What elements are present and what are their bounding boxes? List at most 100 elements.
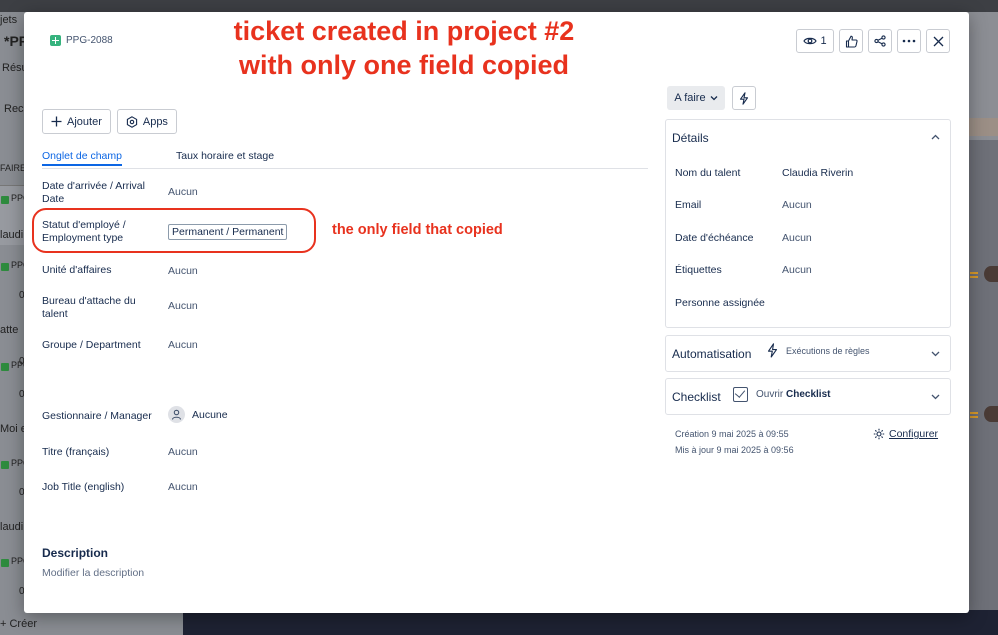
tab-hourly-rate[interactable]: Taux horaire et stage [176,150,274,162]
business-unit-label: Unité d'affaires [42,264,112,276]
configure-link[interactable]: Configurer [873,428,938,440]
field-tabs: Onglet de champ Taux horaire et stage [42,150,648,169]
details-heading[interactable]: Détails [672,131,709,145]
backdrop-issue-icon [1,263,9,271]
business-unit-value[interactable]: Aucun [168,265,198,277]
backdrop-issue-icon [1,559,9,567]
automation-heading: Automatisation [672,347,752,361]
email-value[interactable]: Aucun [782,199,812,211]
talent-name-label: Nom du talent [675,167,741,179]
annotation-highlight-oval [32,208,316,253]
title-fr-value[interactable]: Aucun [168,446,198,458]
lightning-icon [739,91,749,105]
status-label: A faire [674,92,706,104]
assignee-label: Personne assignée [675,297,765,309]
office-value[interactable]: Aucun [168,300,198,312]
backdrop-priority-icon [970,412,978,418]
backdrop-issue-icon [1,196,9,204]
issue-key-breadcrumb[interactable]: PPG-2088 [50,35,113,46]
chevron-down-icon[interactable] [931,394,940,400]
status-dropdown[interactable]: A faire [667,86,725,110]
checklist-name: Checklist [786,389,831,400]
more-actions-button[interactable] [897,29,921,53]
share-icon [874,35,886,47]
backdrop-avatar [984,406,998,422]
configure-label: Configurer [889,428,939,440]
thumbs-up-icon [845,35,858,48]
title-fr-label: Titre (français) [42,446,110,458]
checkbox-icon [733,387,748,402]
open-checklist-label: Ouvrir Checklist [756,389,830,400]
vote-button[interactable] [839,29,863,53]
manager-value[interactable]: Aucune [168,406,228,423]
due-date-label: Date d'échéance [675,232,754,244]
backdrop-topbar [0,0,998,12]
tab-field-tab[interactable]: Onglet de champ [42,150,122,166]
email-label: Email [675,199,702,211]
close-icon [933,36,943,46]
close-button[interactable] [926,29,950,53]
backdrop-create: + Créer [0,618,37,630]
annotation-title-line1: ticket created in project #2 [233,16,575,46]
labels-label: Étiquettes [675,264,722,276]
created-date: Création 9 mai 2025 à 09:55 [675,429,789,439]
manager-label: Gestionnaire / Manager [42,410,152,422]
job-title-value[interactable]: Aucun [168,481,198,493]
updated-date: Mis à jour 9 mai 2025 à 09:56 [675,445,794,455]
issue-modal: PPG-2088 ticket created in project #2 wi… [24,12,969,613]
department-label: Groupe / Department [42,339,141,351]
job-title-label: Job Title (english) [42,481,125,493]
backdrop-card-text: atte [0,324,19,336]
add-button[interactable]: Ajouter [42,109,111,134]
watch-count: 1 [820,35,827,47]
issue-key[interactable]: PPG-2088 [66,35,113,46]
annotation-title: ticket created in project #2 with only o… [209,14,599,82]
backdrop-breadcrumb: jets [0,14,18,26]
apps-button[interactable]: Apps [116,109,177,134]
backdrop-avatar [984,266,998,282]
description-heading: Description [42,546,109,560]
rule-executions-label: Exécutions de règles [786,345,870,356]
modal-actions: 1 [796,29,950,53]
watch-button[interactable]: 1 [796,29,834,53]
action-buttons: Ajouter Apps [42,109,177,134]
backdrop-priority-icon [970,272,978,278]
backdrop-card-text: laudi [0,229,24,241]
office-label: Bureau d'attache du talent [42,295,136,320]
backdrop-issue-icon [1,363,9,371]
chevron-down-icon [710,96,718,101]
automation-button[interactable] [732,86,756,110]
backdrop-column-title: FAIRE [0,163,27,173]
checklist-panel[interactable]: Checklist Ouvrir Checklist [665,378,951,415]
annotation-title-line2: with only one field copied [238,50,569,80]
chevron-up-icon[interactable] [931,134,940,140]
eye-icon [803,37,818,45]
due-date-value[interactable]: Aucun [782,232,812,244]
lightning-icon [767,343,778,358]
story-type-icon [50,35,61,46]
talent-name-value[interactable]: Claudia Riverin [782,167,853,179]
apps-icon [126,115,138,128]
apps-button-label: Apps [142,115,168,128]
backdrop-card-text: laudi [0,521,24,533]
add-button-label: Ajouter [67,115,102,128]
department-value[interactable]: Aucun [168,339,198,351]
backdrop-bottom [183,610,998,635]
details-panel: Détails Nom du talent Claudia Riverin Em… [665,119,951,328]
chevron-down-icon[interactable] [931,351,940,357]
manager-name: Aucune [192,408,228,421]
open-prefix: Ouvrir [756,389,784,400]
plus-icon [51,116,62,127]
automation-panel[interactable]: Automatisation Exécutions de règles [665,335,951,372]
checklist-heading: Checklist [672,390,721,404]
description-editor[interactable]: Modifier la description [42,567,144,579]
user-avatar-icon [168,406,185,423]
arrival-date-value[interactable]: Aucun [168,186,198,198]
gear-icon [873,428,885,440]
arrival-date-label: Date d'arrivée / Arrival Date [42,180,145,205]
rule-executions[interactable]: Exécutions de règles [767,343,870,358]
share-button[interactable] [868,29,892,53]
labels-value[interactable]: Aucun [782,264,812,276]
open-checklist[interactable]: Ouvrir Checklist [733,387,830,402]
backdrop-issue-icon [1,461,9,469]
